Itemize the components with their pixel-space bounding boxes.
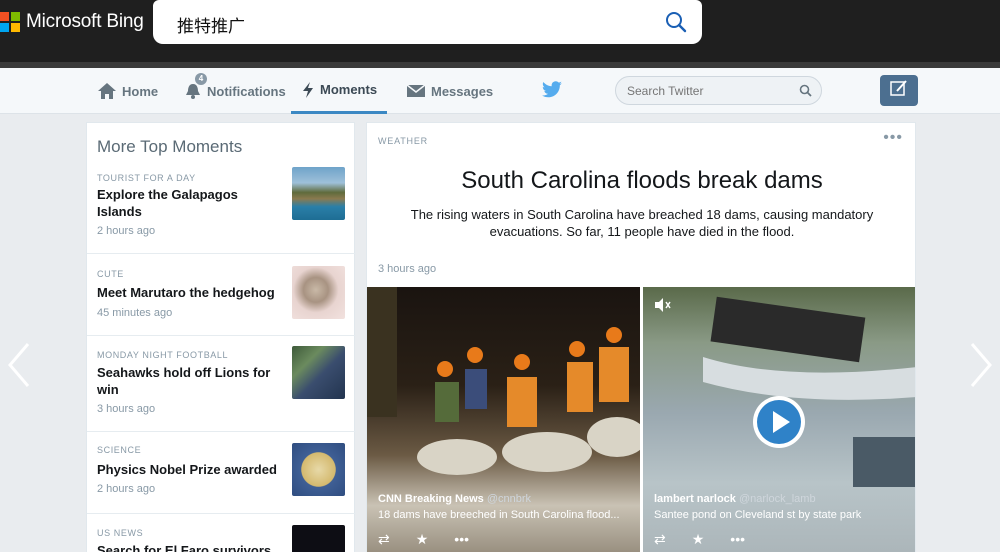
feature-description: The rising waters in South Carolina have… (410, 207, 874, 239)
media-tile-video[interactable]: lambert narlock @narlock_lamb Santee pon… (643, 287, 915, 552)
retweet-icon[interactable]: ⇄ (378, 531, 390, 548)
more-options-icon[interactable]: ••• (883, 129, 903, 147)
media-tile-cnn[interactable]: CNN Breaking News @cnnbrk 18 dams have b… (367, 287, 640, 552)
previous-image-arrow-icon[interactable] (4, 340, 34, 390)
notifications-badge: 4 (195, 73, 207, 85)
moment-time: 2 hours ago (97, 225, 156, 237)
nav-notifications[interactable]: 4 Notifications (184, 68, 286, 114)
tweet-author-name: lambert narlock (654, 493, 736, 505)
moment-time: 2 hours ago (97, 483, 156, 495)
tweet-actions: ⇄ ★ ••• (654, 531, 745, 548)
more-top-moments-panel: More Top Moments TOURIST FOR A DAY Explo… (86, 122, 356, 552)
search-icon[interactable] (799, 84, 812, 102)
twitter-bird-icon[interactable] (541, 81, 563, 104)
moment-item[interactable]: SCIENCE Physics Nobel Prize awarded 2 ho… (87, 431, 356, 513)
tweet-author-handle: @narlock_lamb (738, 493, 816, 505)
moment-headline[interactable]: Physics Nobel Prize awarded (97, 461, 277, 478)
moment-headline[interactable]: Seahawks hold off Lions for win (97, 364, 277, 398)
moment-category: US NEWS (97, 528, 144, 538)
hedgehog-thumbnail[interactable] (292, 266, 345, 319)
nobel-medal-thumbnail[interactable] (292, 443, 345, 496)
home-icon (97, 82, 117, 100)
retweet-icon[interactable]: ⇄ (654, 531, 666, 548)
galapagos-thumbnail[interactable] (292, 167, 345, 220)
more-top-moments-title: More Top Moments (97, 137, 243, 156)
workers-photo (367, 287, 640, 475)
moment-headline[interactable]: Search for El Faro survivors (97, 542, 277, 552)
compose-icon (889, 79, 909, 102)
nav-home-label: Home (122, 83, 159, 99)
envelope-icon (406, 83, 426, 99)
lightning-icon (301, 81, 315, 99)
moment-category: TOURIST FOR A DAY (97, 173, 196, 183)
bing-brand-text: Microsoft Bing (26, 11, 144, 32)
moment-item[interactable]: US NEWS Search for El Faro survivors (87, 513, 356, 552)
image-preview-stage: Home 4 Notifications Moments Messages Se… (0, 62, 1000, 552)
nav-messages[interactable]: Messages (406, 68, 493, 114)
nav-home[interactable]: Home (97, 68, 158, 114)
feature-category: WEATHER (378, 136, 428, 146)
moment-headline[interactable]: Explore the Galapagos Islands (97, 186, 277, 220)
moment-item[interactable]: CUTE Meet Marutaro the hedgehog 45 minut… (87, 253, 356, 335)
more-icon[interactable]: ••• (730, 531, 745, 548)
more-icon[interactable]: ••• (454, 531, 469, 548)
moment-category: SCIENCE (97, 445, 142, 455)
search-icon[interactable] (664, 10, 688, 39)
tweet-author-name: CNN Breaking News (378, 493, 484, 505)
moment-time: 45 minutes ago (97, 307, 173, 319)
bing-header: Microsoft Bing 推特推广 (0, 0, 1000, 62)
flood-video-still (703, 296, 915, 487)
tweet-actions: ⇄ ★ ••• (378, 531, 469, 548)
bing-logo[interactable]: Microsoft Bing (0, 11, 144, 33)
favorite-star-icon[interactable]: ★ (692, 531, 705, 548)
moment-headline[interactable]: Meet Marutaro the hedgehog (97, 284, 277, 301)
moment-item[interactable]: MONDAY NIGHT FOOTBALL Seahawks hold off … (87, 335, 356, 431)
twitter-search-input[interactable] (627, 77, 797, 104)
el-faro-thumbnail[interactable] (292, 525, 345, 552)
search-query[interactable]: 推特推广 (177, 12, 245, 37)
compose-tweet-button[interactable] (880, 75, 918, 106)
mute-icon[interactable] (653, 297, 671, 318)
feature-time: 3 hours ago (378, 263, 437, 275)
tweet-author[interactable]: lambert narlock @narlock_lamb (654, 493, 816, 505)
nav-messages-label: Messages (431, 83, 494, 99)
favorite-star-icon[interactable]: ★ (416, 531, 429, 548)
feature-title: South Carolina floods break dams (461, 167, 823, 194)
moment-time: 3 hours ago (97, 403, 156, 415)
play-video-icon[interactable] (751, 394, 807, 455)
nav-moments[interactable]: Moments (291, 68, 388, 114)
twitter-search[interactable] (615, 76, 822, 105)
tweet-text: 18 dams have breeched in South Carolina … (378, 509, 620, 521)
tweet-author-handle: @cnnbrk (486, 493, 532, 505)
moment-category: MONDAY NIGHT FOOTBALL (97, 350, 229, 360)
seahawks-thumbnail[interactable] (292, 346, 345, 399)
moment-category: CUTE (97, 269, 124, 279)
twitter-nav-bar: Home 4 Notifications Moments Messages (0, 68, 1000, 114)
moment-feature-card: WEATHER ••• South Carolina floods break … (366, 122, 916, 552)
moment-item[interactable]: TOURIST FOR A DAY Explore the Galapagos … (87, 161, 356, 253)
tweet-text: Santee pond on Cleveland st by state par… (654, 509, 862, 521)
tweet-author[interactable]: CNN Breaking News @cnnbrk (378, 493, 531, 505)
next-image-arrow-icon[interactable] (966, 340, 996, 390)
bing-search-box[interactable]: 推特推广 (153, 0, 702, 44)
microsoft-logo-icon (0, 12, 20, 32)
nav-moments-label: Moments (320, 82, 378, 97)
nav-notifications-label: Notifications (207, 83, 286, 99)
